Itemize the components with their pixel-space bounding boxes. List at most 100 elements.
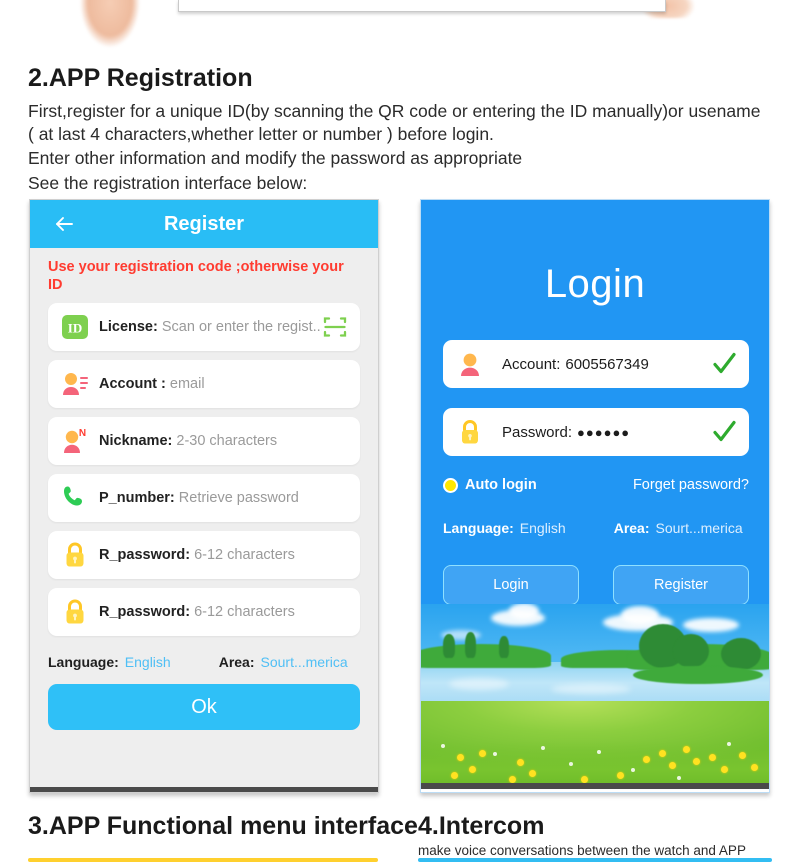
- tree-line-left: [421, 644, 551, 668]
- password-placeholder-1: 6-12 characters: [194, 547, 295, 563]
- conifer-tree: [465, 632, 476, 658]
- yellow-flower: [479, 750, 486, 757]
- license-field[interactable]: ID License: Scan or enter the regist...: [48, 303, 360, 351]
- blue-divider-bar: [418, 858, 772, 862]
- big-tree: [721, 638, 761, 670]
- license-label: License:: [99, 319, 158, 335]
- user-account-icon: [60, 369, 90, 399]
- green-check-icon: [711, 419, 737, 445]
- intercom-subtext: make voice conversations between the wat…: [418, 843, 746, 858]
- svg-text:ID: ID: [68, 321, 82, 336]
- ok-button[interactable]: Ok: [48, 684, 360, 730]
- yellow-flower: [709, 754, 716, 761]
- login-account-value: 6005567349: [565, 355, 649, 373]
- white-flower: [493, 752, 497, 756]
- previous-card-bottom-edge: [178, 0, 666, 12]
- cloud: [683, 618, 739, 632]
- qr-scan-icon[interactable]: [322, 314, 348, 340]
- photo-person-arm: [58, 0, 188, 50]
- register-form-body: Use your registration code ;otherwise yo…: [30, 248, 378, 792]
- water-reflection: [449, 678, 509, 690]
- island-bank: [633, 666, 763, 684]
- yellow-flower: [529, 770, 536, 777]
- account-placeholder: email: [169, 376, 205, 392]
- register-language-value[interactable]: English: [125, 654, 171, 670]
- lock-icon: [60, 597, 90, 627]
- password-field-2[interactable]: R_password: 6-12 characters: [48, 588, 360, 636]
- login-password-value: ●●●●●●: [577, 424, 631, 440]
- login-password-label: Password:: [502, 423, 573, 441]
- login-phone-screenshot: Login Account: 6005567349 Password: ●●●●…: [420, 199, 770, 793]
- body-text-line-3: Enter other information and modify the p…: [28, 148, 523, 168]
- lock-icon: [455, 417, 485, 447]
- yellow-flower: [739, 752, 746, 759]
- password-placeholder-2: 6-12 characters: [194, 604, 295, 620]
- register-title: Register: [163, 212, 245, 235]
- login-button[interactable]: Login: [443, 565, 579, 605]
- yellow-flower: [451, 772, 458, 779]
- yellow-flower: [659, 750, 666, 757]
- register-header-bar: Register: [30, 200, 378, 248]
- license-field-text: License: Scan or enter the regist...: [99, 319, 322, 335]
- svg-text:N: N: [79, 428, 86, 439]
- yellow-flower: [669, 762, 676, 769]
- yellow-flower: [509, 776, 516, 783]
- register-button[interactable]: Register: [613, 565, 749, 605]
- phone-number-label: P_number:: [99, 490, 175, 506]
- page-title-app-registration: 2.APP Registration: [28, 64, 253, 92]
- login-title: Login: [544, 262, 646, 306]
- back-arrow-icon[interactable]: [52, 212, 76, 236]
- big-tree: [673, 634, 709, 668]
- password-field-2-text: R_password: 6-12 characters: [99, 604, 295, 620]
- phone-number-placeholder: Retrieve password: [178, 490, 299, 506]
- register-language-label: Language:: [48, 654, 119, 670]
- account-field[interactable]: Account : email: [48, 360, 360, 408]
- yellow-flower: [617, 772, 624, 779]
- license-placeholder: Scan or enter the regist...: [161, 319, 322, 335]
- account-label: Account :: [99, 376, 166, 392]
- login-locale-row: Language: English Area: Sourt...merica: [443, 520, 749, 536]
- top-partial-photo-strip: [0, 0, 800, 50]
- login-password-field[interactable]: Password: ●●●●●●: [443, 408, 749, 456]
- phone-bottom-edge: [421, 783, 769, 789]
- green-check-icon: [711, 351, 737, 377]
- white-flower: [569, 762, 573, 766]
- registration-warning-text: Use your registration code ;otherwise yo…: [48, 259, 344, 293]
- login-language-value[interactable]: English: [520, 520, 566, 536]
- register-area-value[interactable]: Sourt...merica: [261, 654, 348, 670]
- password-label-1: R_password:: [99, 547, 191, 563]
- nickname-icon: N: [60, 426, 90, 456]
- yellow-flower: [683, 746, 690, 753]
- login-language-label: Language:: [443, 520, 514, 536]
- conifer-tree: [499, 636, 509, 658]
- yellow-flower: [517, 759, 524, 766]
- register-locale-row: Language: English Area: Sourt...merica: [30, 636, 378, 670]
- body-text-line-4: See the registration interface below:: [28, 173, 308, 193]
- password-field-1-text: R_password: 6-12 characters: [99, 547, 295, 563]
- login-area-value[interactable]: Sourt...merica: [656, 520, 743, 536]
- nickname-placeholder: 2-30 characters: [176, 433, 278, 449]
- nickname-field-text: Nickname: 2-30 characters: [99, 433, 277, 449]
- nickname-field[interactable]: N Nickname: 2-30 characters: [48, 417, 360, 465]
- auto-login-radio[interactable]: [443, 477, 458, 493]
- yellow-flower: [693, 758, 700, 765]
- login-account-field[interactable]: Account: 6005567349: [443, 340, 749, 388]
- password-field-1[interactable]: R_password: 6-12 characters: [48, 531, 360, 579]
- register-phone-screenshot: Register Use your registration code ;oth…: [29, 199, 379, 793]
- page-title-functional-menu: 3.APP Functional menu interface: [28, 812, 418, 840]
- login-landscape-wallpaper: [421, 604, 769, 789]
- password-label-2: R_password:: [99, 604, 191, 620]
- user-account-icon: [455, 349, 485, 379]
- yellow-flower: [721, 766, 728, 773]
- login-upper-panel: Login Account: 6005567349 Password: ●●●●…: [421, 200, 769, 605]
- yellow-flower: [457, 754, 464, 761]
- page-title-intercom: 4.Intercom: [418, 812, 545, 840]
- body-text-line-2: ( at last 4 characters,whether letter or…: [28, 124, 494, 144]
- white-flower: [597, 750, 601, 754]
- forget-password-link[interactable]: Forget password?: [633, 477, 749, 493]
- login-action-buttons: Login Register: [443, 565, 749, 605]
- phone-number-field-text: P_number: Retrieve password: [99, 490, 299, 506]
- phone-bottom-edge: [30, 787, 378, 792]
- phone-number-field[interactable]: P_number: Retrieve password: [48, 474, 360, 522]
- yellow-flower: [643, 756, 650, 763]
